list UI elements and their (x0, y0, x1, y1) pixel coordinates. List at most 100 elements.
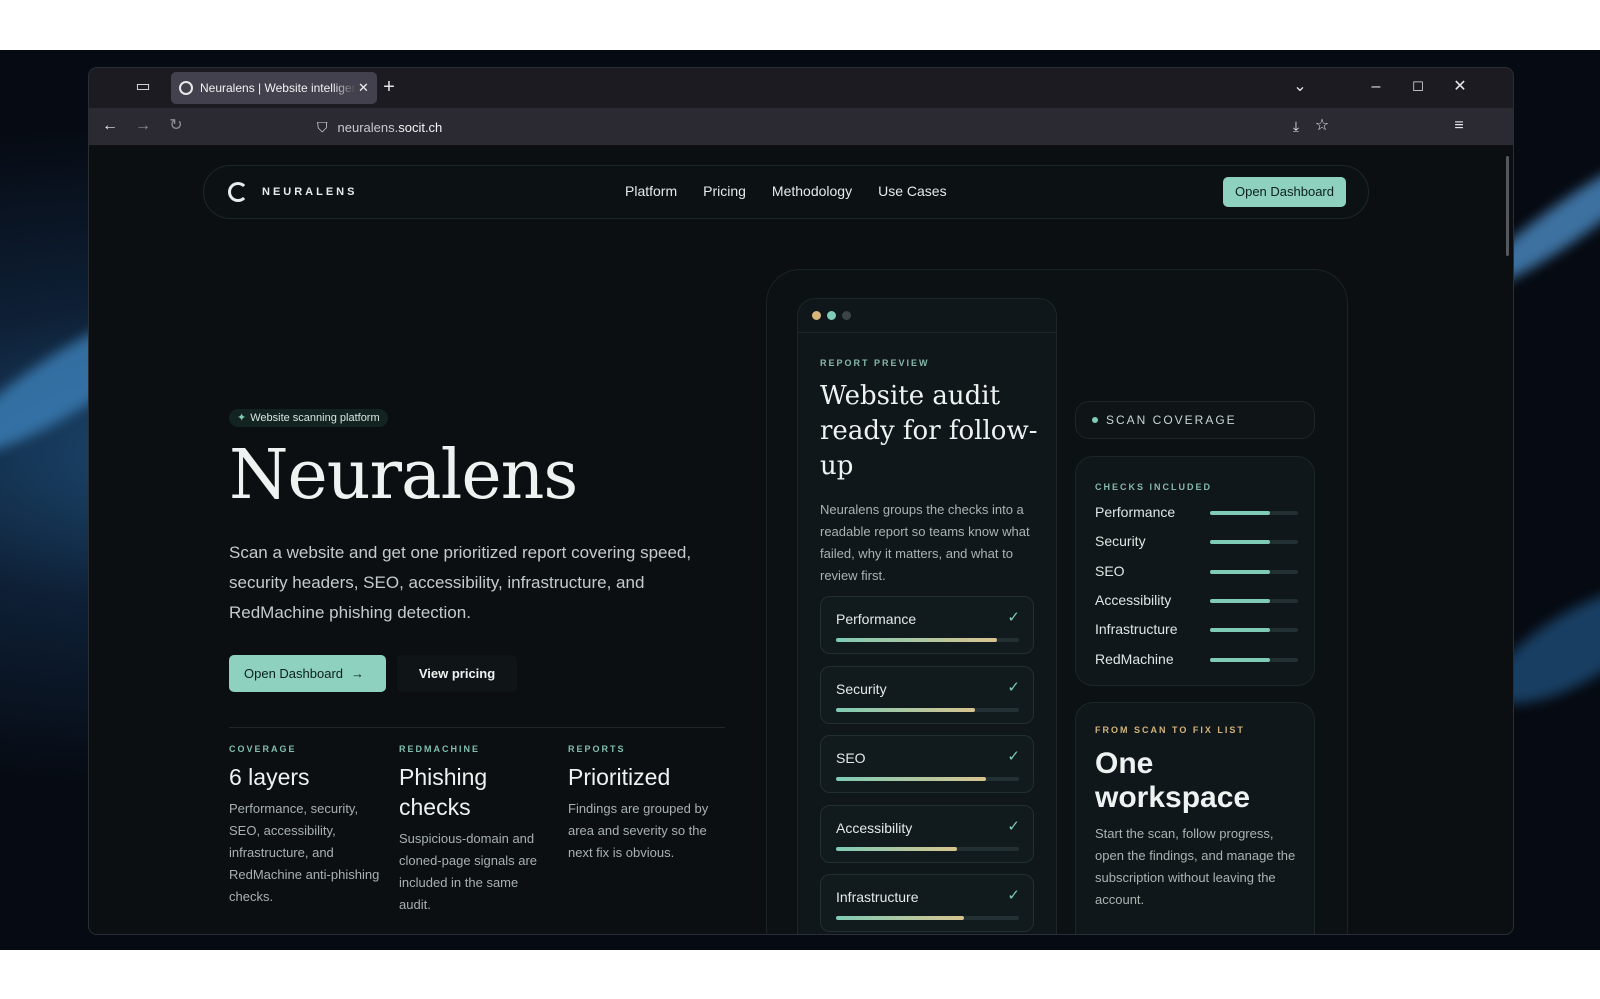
card-chrome (798, 299, 1056, 333)
coverage-name: Infrastructure (1095, 621, 1178, 638)
coverage-bar-track (1210, 511, 1298, 515)
open-dashboard-button[interactable]: Open Dashboard → (229, 655, 386, 692)
report-check-item: Security ✓ (820, 665, 1034, 724)
coverage-bar-track (1210, 598, 1298, 603)
site-navbar: NEURALENS Platform Pricing Methodology U… (203, 165, 1369, 219)
hero-description: Scan a website and get one prioritized r… (229, 543, 692, 622)
check-progress-track (836, 638, 1019, 642)
shield-icon[interactable]: ⛉ (317, 119, 328, 136)
coverage-name: Performance (1095, 504, 1176, 520)
browser-tab[interactable]: Neuralens | Website intelligence ✕ (171, 72, 377, 104)
check-progress-track (836, 707, 1019, 712)
reload-icon[interactable]: ↻ (165, 116, 187, 138)
coverage-bar-track (1210, 657, 1298, 662)
coverage-name: SEO (1095, 562, 1125, 579)
new-tab-icon[interactable]: + (378, 77, 400, 99)
close-window-icon[interactable]: ✕ (1449, 77, 1471, 99)
url-text: neuralens.socit.ch (337, 119, 443, 135)
tab-title: Neuralens | Website intelligence (200, 81, 356, 95)
logo-swirl-icon (228, 182, 248, 202)
nav-link-use-cases[interactable]: Use Cases (878, 183, 946, 199)
check-progress-track (836, 916, 1019, 920)
window-dot (827, 311, 836, 320)
coverage-bar-track (1210, 540, 1298, 545)
report-title: Website audit ready for follow-up (820, 381, 1038, 481)
stat-text: Findings are grouped by area and severit… (568, 801, 709, 860)
coverage-row: Accessibility (1095, 592, 1300, 612)
download-icon[interactable]: ⤓ (1285, 116, 1307, 138)
arrow-right-icon: → (351, 666, 365, 681)
page-viewport: NEURALENS Platform Pricing Methodology U… (89, 146, 1513, 934)
coverage-name: Accessibility (1095, 591, 1172, 608)
stat-label: REDMACHINE (399, 744, 481, 754)
coverage-bar-track (1210, 628, 1298, 633)
report-preview-card: REPORT PREVIEW Website audit ready for f… (797, 298, 1057, 934)
workspace-title: One workspace (1095, 747, 1251, 814)
browser-window: ▭ Neuralens | Website intelligence ✕ + ⌄… (89, 68, 1513, 934)
coverage-bar-fill (1210, 598, 1270, 603)
navigation-toolbar: ← → ↻ ⛉ neuralens.socit.ch ⤓ ☆ ≡ (89, 108, 1513, 146)
workspace-card: FROM SCAN TO FIX LIST One workspace Star… (1075, 702, 1315, 934)
report-check-item: Accessibility ✓ (820, 804, 1034, 863)
back-icon[interactable]: ← (99, 116, 121, 138)
open-dashboard-nav-button[interactable]: Open Dashboard (1222, 177, 1346, 207)
minimize-icon[interactable]: – (1365, 77, 1387, 99)
check-progress-fill (836, 707, 976, 712)
forward-icon[interactable]: → (132, 116, 154, 138)
address-bar[interactable]: ⛉ neuralens.socit.ch (307, 112, 1317, 142)
scan-coverage-label: SCAN COVERAGE (1106, 413, 1237, 427)
maximize-icon[interactable]: ☐ (1407, 77, 1429, 99)
scan-coverage-pill: SCAN COVERAGE (1075, 401, 1315, 439)
hero-badge: ✦ Website scanning platform (229, 409, 388, 427)
view-pricing-button[interactable]: View pricing (397, 655, 517, 692)
coverage-name: Security (1095, 533, 1146, 550)
checkmark-icon: ✓ (1007, 609, 1020, 626)
chevron-down-icon[interactable]: ⌄ (1289, 77, 1311, 99)
close-tab-icon[interactable]: ✕ (358, 80, 369, 96)
report-check-item: Performance ✓ (820, 596, 1034, 654)
coverage-row: SEO (1095, 563, 1300, 583)
status-dot (1092, 417, 1098, 423)
menu-icon[interactable]: ≡ (1448, 116, 1470, 138)
coverage-bar-track (1210, 569, 1298, 574)
checks-included-label: CHECKS INCLUDED (1095, 482, 1213, 492)
coverage-bar-fill (1210, 511, 1270, 515)
workspace-eyebrow: FROM SCAN TO FIX LIST (1095, 725, 1245, 735)
hero-title: Neuralens (229, 436, 578, 515)
tab-bar: ▭ Neuralens | Website intelligence ✕ + ⌄… (89, 68, 1513, 108)
stat-value: Prioritized (568, 764, 671, 790)
stat-value: 6 layers (229, 764, 310, 790)
nav-link-pricing[interactable]: Pricing (703, 183, 746, 199)
window-dot (842, 311, 851, 320)
check-name: Security (836, 680, 887, 697)
stats-divider (229, 727, 725, 728)
nav-links: Platform Pricing Methodology Use Cases (625, 183, 973, 199)
tab-list-icon[interactable]: ▭ (132, 77, 154, 99)
favicon-icon (179, 81, 193, 95)
brand-name: NEURALENS (262, 186, 358, 198)
check-progress-fill (836, 777, 987, 781)
check-name: Performance (836, 611, 917, 627)
checkmark-icon: ✓ (1007, 817, 1020, 835)
brand-logo[interactable]: NEURALENS (228, 182, 357, 202)
coverage-row: Infrastructure (1095, 621, 1300, 641)
nav-link-platform[interactable]: Platform (625, 183, 677, 199)
check-progress-fill (836, 638, 998, 642)
checkmark-icon: ✓ (1007, 887, 1020, 904)
nav-link-methodology[interactable]: Methodology (772, 183, 852, 199)
coverage-row: Security (1095, 533, 1300, 553)
workspace-description: Start the scan, follow progress, open th… (1095, 826, 1296, 907)
scrollbar[interactable] (1506, 156, 1509, 256)
coverage-bar-fill (1210, 569, 1270, 574)
checkmark-icon: ✓ (1007, 748, 1020, 765)
stat-value: Phishing checks (399, 764, 488, 820)
check-name: Accessibility (836, 819, 913, 836)
check-name: SEO (836, 750, 866, 766)
stat-text: Performance, security, SEO, accessibilit… (229, 801, 380, 904)
check-progress-fill (836, 916, 965, 920)
stat-label: REPORTS (568, 744, 626, 754)
check-progress-track (836, 777, 1019, 781)
bookmark-star-icon[interactable]: ☆ (1311, 116, 1333, 138)
checkmark-icon: ✓ (1007, 678, 1020, 696)
report-check-item: Infrastructure ✓ (820, 874, 1034, 932)
